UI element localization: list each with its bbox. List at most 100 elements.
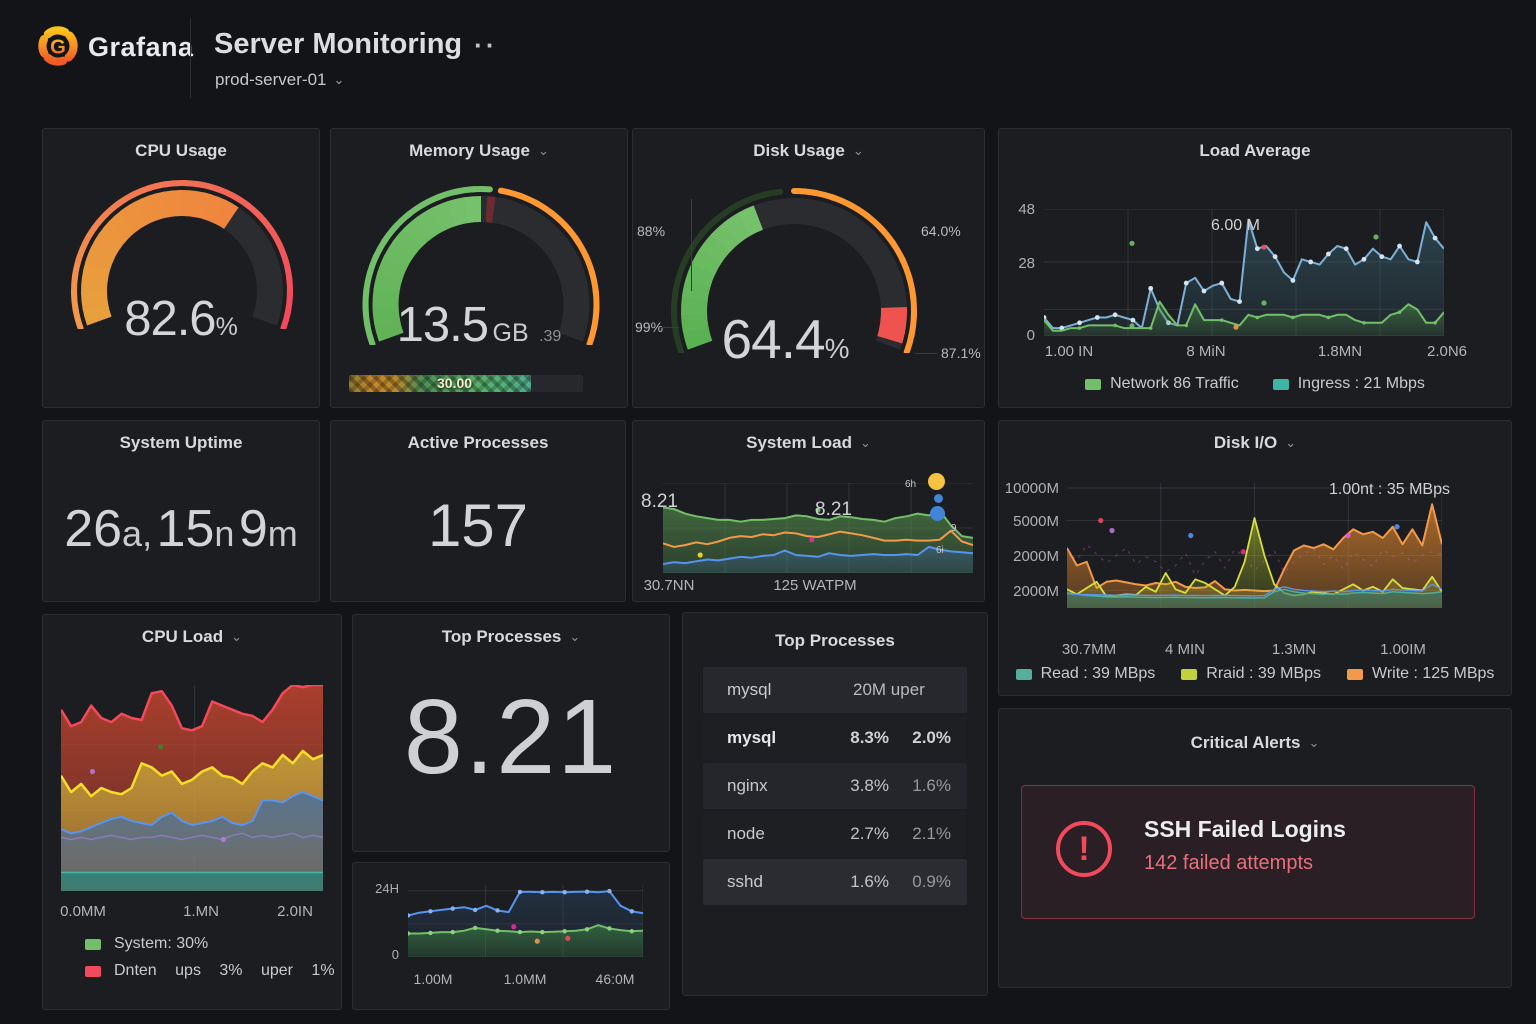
page-title: Server Monitoring	[214, 28, 462, 61]
panel-title: Top Processes	[442, 627, 562, 647]
table-header-row: mysql 20M uper	[703, 667, 967, 713]
legend-swatch	[1181, 669, 1197, 680]
chart-annotation: 6.00 M	[1211, 217, 1260, 235]
panel-title: Active Processes	[408, 433, 549, 453]
x-tick: 1.00 IN	[1045, 343, 1093, 360]
panel-title: Load Average	[1199, 141, 1310, 161]
chevron-down-icon[interactable]: ⌄	[853, 143, 864, 159]
dot-label: 9	[951, 523, 957, 534]
x-tick: 1.8MN	[1318, 343, 1362, 360]
grafana-logo-icon: G	[36, 24, 80, 68]
chart-annotation: 8.21	[815, 499, 852, 521]
table-row: mysql8.3%2.0%	[703, 715, 967, 761]
more-menu-icon[interactable]: ··	[474, 40, 497, 50]
brand-name: Grafana	[88, 32, 194, 63]
panel-load-average: Load Average 48 28 0 6.00 M 1.00 IN 8 Mi…	[998, 128, 1512, 408]
dot-label: 6i	[936, 545, 944, 556]
alert-exclamation-icon: !	[1056, 821, 1112, 877]
chevron-down-icon[interactable]: ⌄	[1309, 735, 1320, 751]
top-processes-value: 8.21	[353, 677, 669, 798]
x-tick: 1.00IM	[1380, 641, 1426, 658]
legend-item: Read : 39 MBps	[1016, 665, 1156, 683]
panel-title: System Load	[746, 433, 852, 453]
panel-title: CPU Usage	[135, 141, 227, 161]
x-tick: 2.0IN	[277, 903, 313, 920]
y-tick: 10000M	[1001, 480, 1059, 497]
x-tick: 4 MIN	[1165, 641, 1205, 658]
chevron-down-icon[interactable]: ⌄	[569, 629, 580, 645]
panel-title: Critical Alerts	[1191, 733, 1301, 753]
header: G Grafana Server Monitoring ·· prod-serv…	[0, 0, 1536, 118]
dot-label: 6h	[905, 479, 916, 490]
status-dot-blue	[930, 506, 945, 521]
legend-swatch	[1016, 669, 1032, 680]
panel-system-load: System Load ⌄ 8.21 8.21 30.7NN 125 WATPM…	[632, 420, 985, 602]
chevron-down-icon[interactable]: ⌄	[538, 143, 549, 159]
panel-title: Disk I/O	[1214, 433, 1277, 453]
panel-disk-io: Disk I/O ⌄ 10000M 5000M 2000M 2000M 1.00…	[998, 420, 1512, 696]
y-tick: 28	[1005, 255, 1035, 272]
panel-cpu-load: CPU Load ⌄ 0.0MM 1.MN 2.0IN System: 30% …	[42, 614, 342, 1010]
x-tick: 1.MN	[183, 903, 219, 920]
x-tick: 30.7MM	[1062, 641, 1116, 658]
status-dot-yellow	[928, 473, 945, 490]
x-tick: 2.0N6	[1427, 343, 1467, 360]
y-tick: 2000M	[1001, 548, 1059, 565]
panel-title: CPU Load	[142, 627, 223, 647]
system-load-chart[interactable]	[663, 483, 973, 573]
panel-top-processes-table: Top Processes mysql 20M uper mysql8.3%2.…	[682, 612, 988, 996]
table-row: node2.7%2.1%	[703, 811, 967, 857]
chart-legend: System: 30% Dnten ups 3% uper 1%	[85, 935, 335, 980]
legend-swatch	[1085, 379, 1101, 390]
table-row: nginx3.8%1.6%	[703, 763, 967, 809]
server-selector-value: prod-server-01	[215, 70, 327, 90]
table-header-value: 20M uper	[853, 680, 925, 700]
panel-top-processes-stat: Top Processes ⌄ 8.21	[352, 614, 670, 852]
y-tick: 0	[1005, 327, 1035, 344]
panel-cpu-usage: CPU Usage 82.6%	[42, 128, 320, 408]
chevron-down-icon: ⌄	[334, 72, 345, 88]
threshold-label: 88%	[637, 223, 665, 239]
dashboard-title: Server Monitoring ··	[214, 28, 497, 61]
legend-swatch	[1273, 379, 1289, 390]
chart-legend: Read : 39 MBps Rraid : 39 MBps Write : 1…	[999, 665, 1511, 683]
panel-title: Memory Usage	[409, 141, 530, 161]
active-processes-value: 157	[331, 491, 625, 560]
memory-gauge-value: 13.5 GB .39	[331, 297, 627, 353]
y-tick: 5000M	[1001, 513, 1059, 530]
threshold-label: 99%	[635, 319, 663, 335]
memory-bar-label: 30.00	[437, 375, 472, 391]
x-tick: 1.00M	[414, 971, 453, 987]
panel-memory-usage: Memory Usage ⌄ 13.5 GB .39 30.00	[330, 128, 628, 408]
panel-title: Top Processes	[775, 631, 895, 651]
legend-swatch	[85, 966, 101, 977]
legend-item: Rraid : 39 MBps	[1181, 665, 1321, 683]
cpu-gauge-value: 82.6%	[43, 291, 319, 347]
disk-io-chart[interactable]	[1067, 483, 1442, 608]
threshold-label: 87.1%	[941, 345, 981, 361]
top-processes-sparkline[interactable]	[408, 885, 643, 957]
alert-subtitle: 142 failed attempts	[1144, 852, 1313, 875]
cpu-load-chart[interactable]	[61, 685, 323, 891]
x-tick: 1.0MM	[504, 971, 547, 987]
legend-item: System: 30%	[85, 935, 335, 953]
alert-card[interactable]: ! SSH Failed Logins 142 failed attempts	[1021, 785, 1475, 919]
panel-top-processes-spark: 24H 0 1.00M 1.0MM 46:0M	[352, 862, 670, 1010]
legend-item: Ingress : 21 Mbps	[1273, 375, 1425, 393]
chevron-down-icon[interactable]: ⌄	[860, 435, 871, 451]
table-header-name: mysql	[727, 680, 771, 700]
chevron-down-icon[interactable]: ⌄	[231, 629, 242, 645]
alert-title: SSH Failed Logins	[1144, 816, 1346, 843]
panel-critical-alerts: Critical Alerts ⌄ ! SSH Failed Logins 14…	[998, 708, 1512, 988]
y-tick: 48	[1005, 201, 1035, 218]
threshold-tick	[915, 353, 937, 354]
y-tick: 24H	[369, 881, 399, 896]
chevron-down-icon[interactable]: ⌄	[1285, 435, 1296, 451]
server-selector[interactable]: prod-server-01 ⌄	[215, 70, 344, 90]
header-divider	[190, 18, 191, 98]
chart-legend: Network 86 Traffic Ingress : 21 Mbps	[999, 375, 1511, 393]
legend-swatch	[1347, 669, 1363, 680]
svg-text:G: G	[50, 36, 66, 58]
chart-annotation: 1.00nt : 35 MBps	[1329, 481, 1450, 499]
x-tick: 0.0MM	[60, 903, 106, 920]
